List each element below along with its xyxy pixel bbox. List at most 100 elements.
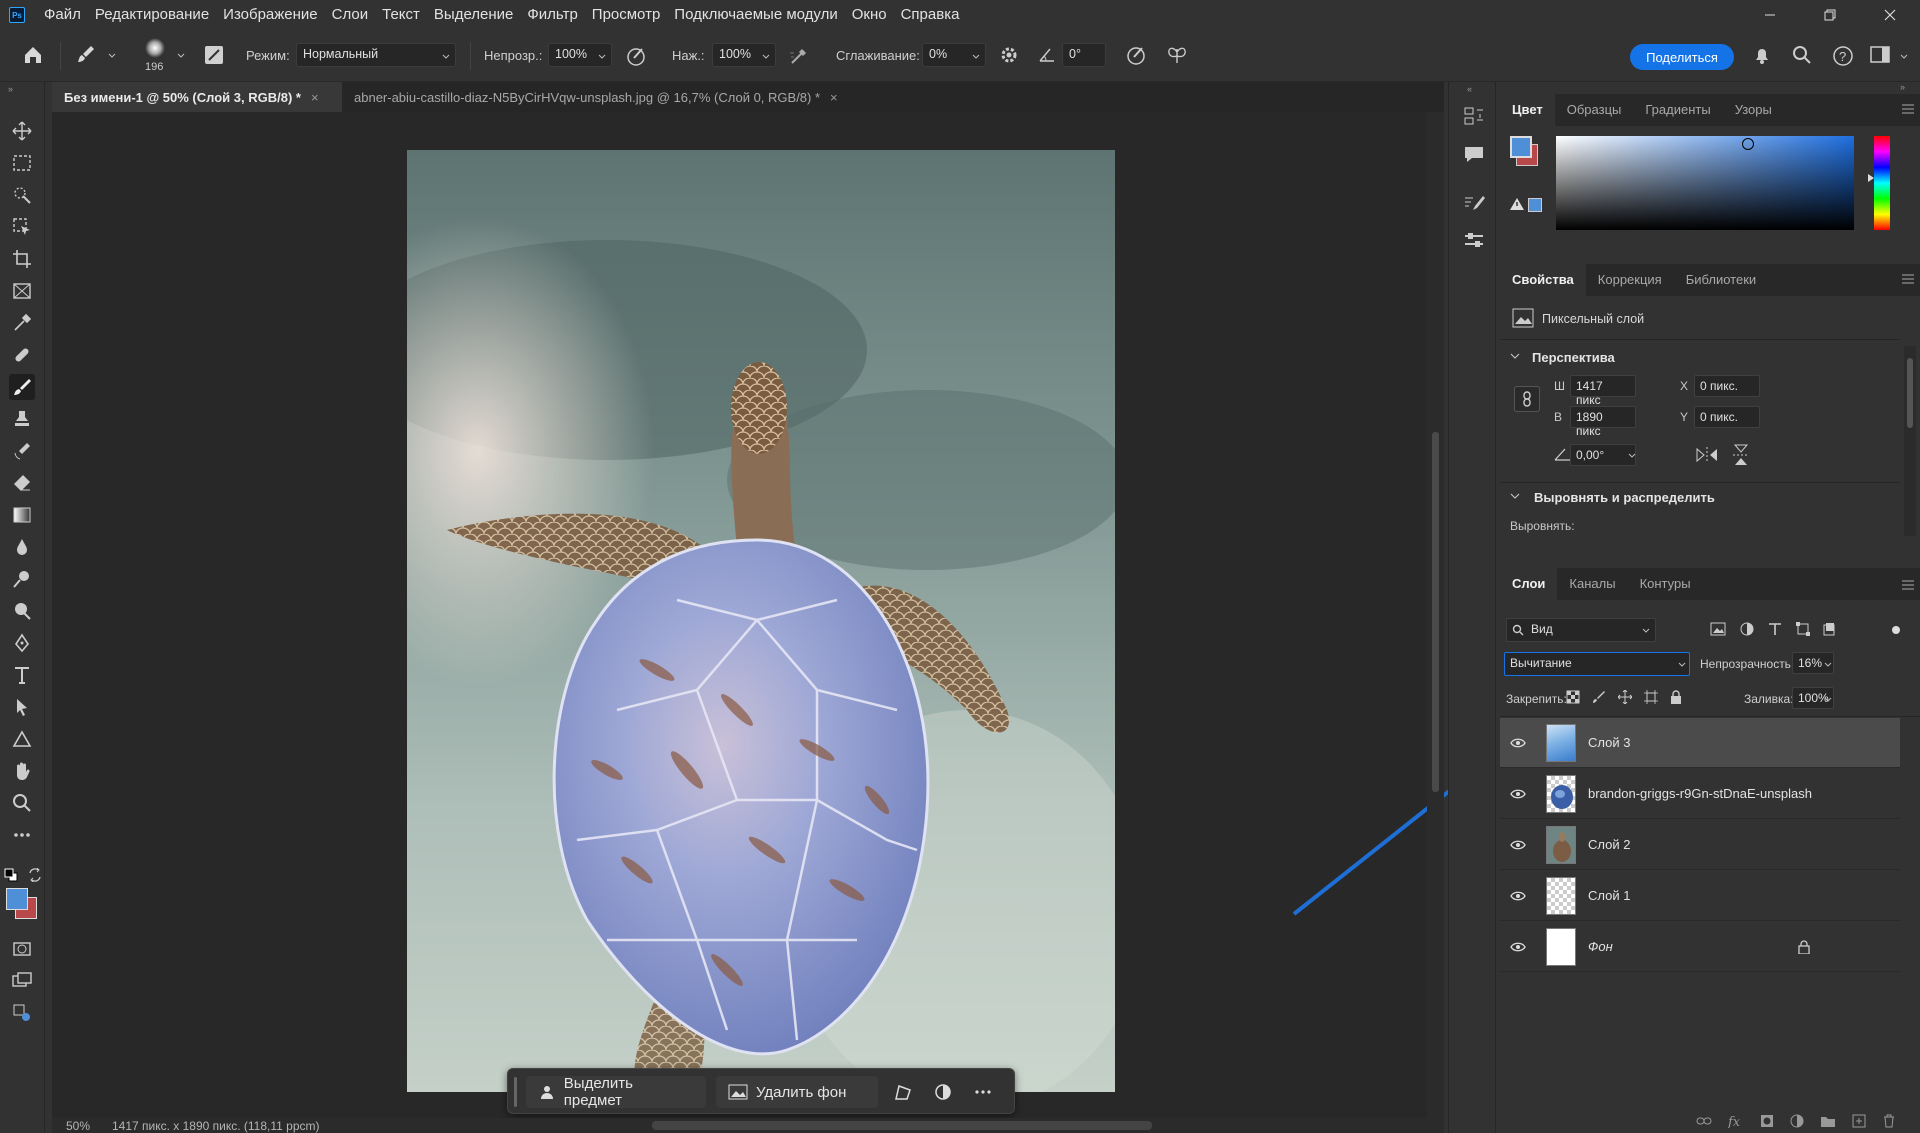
flip-horizontal-icon[interactable] xyxy=(1696,446,1718,464)
pen-tool-icon[interactable] xyxy=(9,630,35,656)
panel-menu-icon[interactable] xyxy=(1902,580,1914,590)
tab-paths[interactable]: Контуры xyxy=(1628,568,1703,600)
panel-menu-icon[interactable] xyxy=(1902,274,1914,284)
adjustment-icon[interactable] xyxy=(934,1083,952,1101)
eraser-tool-icon[interactable] xyxy=(9,470,35,496)
filter-shape-layers-icon[interactable] xyxy=(1796,622,1810,636)
brush-tip-preview[interactable] xyxy=(145,38,165,58)
tab-swatches[interactable]: Образцы xyxy=(1555,94,1634,126)
scroll-thumb[interactable] xyxy=(1432,432,1439,792)
comments-icon[interactable] xyxy=(1463,144,1485,166)
visibility-eye-icon[interactable] xyxy=(1500,820,1536,870)
restore-button[interactable] xyxy=(1800,0,1860,30)
tab-properties[interactable]: Свойства xyxy=(1500,264,1586,296)
x-field[interactable]: 0 пикс. xyxy=(1694,375,1760,397)
menu-window[interactable]: Окно xyxy=(845,0,894,30)
adjustments-panel-icon[interactable] xyxy=(1463,230,1485,252)
chevron-down-icon[interactable] xyxy=(1824,662,1832,668)
web-safe-color-chip[interactable] xyxy=(1528,198,1542,212)
move-tool-icon[interactable] xyxy=(9,118,35,144)
symmetry-butterfly-icon[interactable] xyxy=(1166,44,1188,66)
horizontal-scrollbar[interactable] xyxy=(652,1121,1152,1130)
chevron-down-icon[interactable] xyxy=(1900,53,1908,61)
tab-document-2[interactable]: abner-abiu-castillo-diaz-N5ByCirHVqw-uns… xyxy=(342,82,962,112)
shape-tool-icon[interactable] xyxy=(9,726,35,752)
collapse-panels-icon[interactable]: » xyxy=(1900,82,1905,92)
lock-image-pixels-icon[interactable] xyxy=(1592,690,1606,704)
path-selection-tool-icon[interactable] xyxy=(9,694,35,720)
help-icon[interactable]: ? xyxy=(1832,45,1854,67)
visibility-eye-icon[interactable] xyxy=(1500,769,1536,819)
link-dimensions-button[interactable] xyxy=(1514,386,1540,412)
bell-icon[interactable] xyxy=(1752,45,1772,65)
menu-edit[interactable]: Редактирование xyxy=(88,0,216,30)
align-section-title[interactable]: Выровнять и распределить xyxy=(1534,490,1715,505)
lock-artboard-icon[interactable] xyxy=(1644,690,1658,704)
eyedropper-tool-icon[interactable] xyxy=(9,310,35,336)
perspective-section-title[interactable]: Перспектива xyxy=(1532,350,1615,365)
object-selection-tool-icon[interactable] xyxy=(9,214,35,240)
tab-patterns[interactable]: Узоры xyxy=(1723,94,1784,126)
tab-color[interactable]: Цвет xyxy=(1500,94,1555,126)
new-adjustment-layer-icon[interactable] xyxy=(1790,1114,1804,1128)
foreground-color-chip[interactable] xyxy=(1510,136,1532,158)
layer-filter-select[interactable]: Вид xyxy=(1506,618,1656,642)
tab-gradients[interactable]: Градиенты xyxy=(1633,94,1722,126)
filter-adjustment-layers-icon[interactable] xyxy=(1740,622,1754,636)
edit-toolbar-icon[interactable] xyxy=(9,1000,35,1026)
tab-channels[interactable]: Каналы xyxy=(1557,568,1627,600)
remove-background-button[interactable]: Удалить фон xyxy=(716,1076,878,1108)
menu-help[interactable]: Справка xyxy=(894,0,967,30)
lock-position-icon[interactable] xyxy=(1618,690,1632,704)
brush-settings-panel-icon[interactable] xyxy=(1463,194,1485,216)
hue-slider[interactable] xyxy=(1874,136,1890,230)
tab-libraries[interactable]: Библиотеки xyxy=(1674,264,1768,296)
blur-tool-icon[interactable] xyxy=(9,534,35,560)
share-button[interactable]: Поделиться xyxy=(1630,44,1734,70)
drag-handle[interactable] xyxy=(514,1077,517,1107)
photoshop-logo[interactable]: Ps xyxy=(9,7,25,23)
visibility-eye-icon[interactable] xyxy=(1500,871,1536,921)
tab-document-1[interactable]: Без имени-1 @ 50% (Слой 3, RGB/8) * × xyxy=(52,82,342,112)
close-tab-icon[interactable]: × xyxy=(830,90,838,105)
menu-view[interactable]: Просмотр xyxy=(585,0,668,30)
menu-plugins[interactable]: Подключаемые модули xyxy=(667,0,844,30)
menu-filter[interactable]: Фильтр xyxy=(520,0,584,30)
close-window-button[interactable] xyxy=(1860,0,1920,30)
tab-adjustments[interactable]: Коррекция xyxy=(1586,264,1674,296)
delete-layer-icon[interactable] xyxy=(1882,1114,1896,1128)
brush-preset-icon[interactable] xyxy=(76,44,96,64)
more-options-icon[interactable] xyxy=(974,1083,992,1101)
rotation-field[interactable]: 0,00° xyxy=(1570,444,1636,466)
chevron-down-icon[interactable] xyxy=(1510,352,1520,360)
hand-tool-icon[interactable] xyxy=(9,758,35,784)
color-picker-handle[interactable] xyxy=(1742,138,1754,150)
healing-brush-tool-icon[interactable] xyxy=(9,342,35,368)
add-mask-icon[interactable] xyxy=(1760,1114,1774,1128)
filter-type-layers-icon[interactable] xyxy=(1768,622,1782,636)
quick-selection-tool-icon[interactable] xyxy=(9,182,35,208)
airbrush-icon[interactable] xyxy=(788,45,810,67)
lock-icon[interactable] xyxy=(1798,940,1810,954)
workspace-icon[interactable] xyxy=(1870,45,1892,65)
type-tool-icon[interactable] xyxy=(9,662,35,688)
lock-all-icon[interactable] xyxy=(1670,690,1682,704)
visibility-eye-icon[interactable] xyxy=(1500,922,1536,972)
angle-field[interactable]: 0° xyxy=(1062,43,1106,67)
new-layer-icon[interactable] xyxy=(1852,1114,1866,1128)
screen-mode-icon[interactable] xyxy=(9,968,35,994)
gradient-tool-icon[interactable] xyxy=(9,502,35,528)
zoom-level[interactable]: 50% xyxy=(66,1119,90,1133)
marquee-tool-icon[interactable] xyxy=(9,150,35,176)
panel-menu-icon[interactable] xyxy=(1902,104,1914,114)
vertical-scrollbar[interactable] xyxy=(1427,112,1444,1118)
more-tools-icon[interactable] xyxy=(9,822,35,848)
y-field[interactable]: 0 пикс. xyxy=(1694,406,1760,428)
brush-tool-icon[interactable] xyxy=(9,374,35,400)
link-layers-icon[interactable] xyxy=(1696,1116,1712,1126)
layer-row-layer-3[interactable]: Слой 3 xyxy=(1500,718,1900,768)
chevron-down-icon[interactable] xyxy=(1628,453,1636,459)
hue-slider-marker[interactable] xyxy=(1868,174,1874,182)
layer-row-background[interactable]: Фон xyxy=(1500,922,1900,972)
layer-row-brandon-griggs[interactable]: brandon-griggs-r9Gn-stDnaE-unsplash xyxy=(1500,769,1900,819)
